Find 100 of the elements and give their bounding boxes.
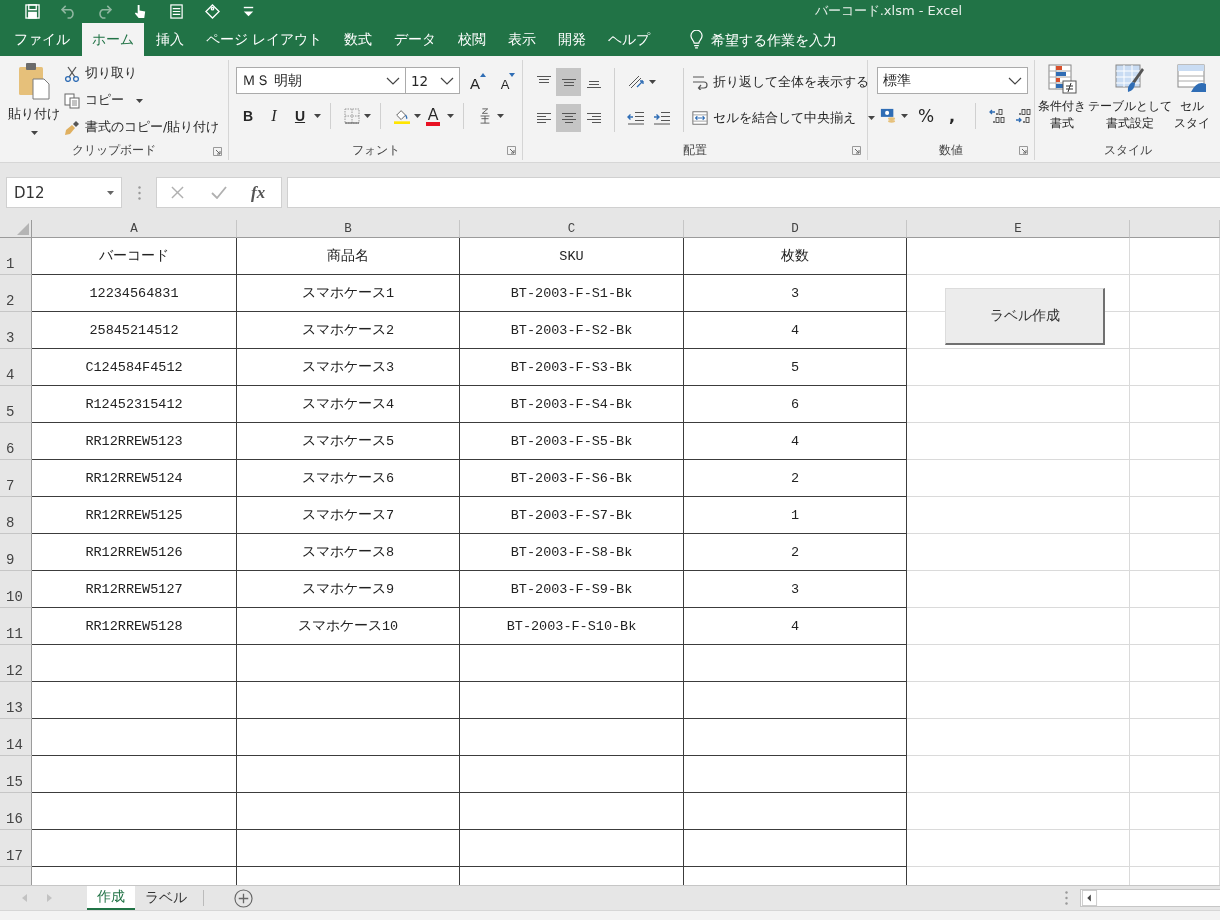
font-color-button[interactable]: A <box>421 104 445 128</box>
sheet-tab[interactable]: 作成 <box>87 886 135 910</box>
table-cell: バーコード <box>32 238 237 275</box>
name-box[interactable]: D12 <box>6 177 122 208</box>
row-header[interactable]: 5 <box>0 386 32 423</box>
form-icon[interactable] <box>169 3 184 19</box>
comma-button[interactable]: , <box>940 104 964 128</box>
italic-button[interactable]: I <box>262 104 286 128</box>
tell-me-field[interactable]: 希望する作業を入力 <box>711 26 862 54</box>
wrap-text-icon <box>692 74 708 90</box>
row-header[interactable]: 10 <box>0 571 32 608</box>
row-header[interactable]: 1 <box>0 238 32 275</box>
sheet-tab[interactable]: ラベル <box>135 886 197 910</box>
row-header[interactable]: 3 <box>0 312 32 349</box>
underline-button[interactable]: U <box>288 104 312 128</box>
cut-button[interactable]: 切り取り <box>64 60 220 87</box>
add-sheet-icon[interactable] <box>234 888 253 908</box>
macro-button[interactable]: ラベル作成 <box>945 288 1105 345</box>
table-cell: C124584F4512 <box>32 349 237 386</box>
ribbon-tab[interactable]: 表示 <box>498 23 547 56</box>
ribbon-tab[interactable]: ホーム <box>82 23 144 56</box>
save-icon[interactable] <box>25 3 40 19</box>
caret-icon[interactable] <box>364 114 371 118</box>
group-label: 配置 <box>683 141 707 159</box>
table-cell: 3 <box>684 571 907 608</box>
increase-indent-icon[interactable] <box>653 110 671 126</box>
money-icon[interactable] <box>879 108 897 124</box>
ribbon-tab[interactable]: ヘルプ <box>598 23 661 56</box>
format-painter-button[interactable]: 書式のコピー/貼り付け <box>64 114 220 141</box>
table-cell: 5 <box>684 349 907 386</box>
ribbon-tab[interactable]: ページ レイアウト <box>196 23 333 56</box>
caret-icon[interactable] <box>901 114 908 118</box>
caret-icon[interactable] <box>447 114 454 118</box>
ribbon-tab[interactable]: 挿入 <box>146 23 194 56</box>
number-format-dropdown[interactable]: 標準 <box>877 67 1028 94</box>
row-header[interactable]: 8 <box>0 497 32 534</box>
caret-icon[interactable] <box>649 80 656 84</box>
copy-button[interactable]: コピー <box>64 87 220 114</box>
merge-center-button[interactable]: セルを結合して中央揃え <box>692 104 875 132</box>
fill-color-icon[interactable] <box>394 108 410 124</box>
decrease-decimal-icon[interactable] <box>1015 108 1033 124</box>
row-header[interactable]: 9 <box>0 534 32 571</box>
caret-icon[interactable] <box>414 114 421 118</box>
row-header[interactable]: 13 <box>0 682 32 719</box>
horizontal-scrollbar[interactable] <box>1080 889 1220 907</box>
ribbon-tab[interactable]: データ <box>384 23 447 56</box>
grip-icon[interactable] <box>1065 891 1068 905</box>
row-header[interactable]: 16 <box>0 793 32 830</box>
percent-button[interactable]: % <box>914 104 938 128</box>
style-button[interactable]: セル スタイ <box>1174 60 1210 140</box>
dialog-launcher-icon[interactable] <box>507 146 516 155</box>
ribbon-tab[interactable]: 校閲 <box>448 23 497 56</box>
vertical-align-button[interactable] <box>556 68 581 96</box>
column-header[interactable]: A <box>32 220 237 238</box>
row-header[interactable]: 17 <box>0 830 32 867</box>
dialog-launcher-icon[interactable] <box>213 147 222 156</box>
chevron-icon <box>386 76 400 85</box>
column-header[interactable]: C <box>460 220 684 238</box>
grow-font-button[interactable]: A <box>466 70 490 94</box>
table-cell: BT-2003-F-S1-Bk <box>460 275 684 312</box>
style-button[interactable]: テーブルとして 書式設定 <box>1088 60 1172 140</box>
horizontal-align-button[interactable] <box>556 104 581 132</box>
row-header[interactable]: 15 <box>0 756 32 793</box>
dialog-launcher-icon[interactable] <box>1019 146 1028 155</box>
column-header[interactable]: E <box>907 220 1130 238</box>
table-cell: スマホケース7 <box>237 497 460 534</box>
bold-button[interactable]: B <box>236 104 260 128</box>
ribbon-tab[interactable]: 数式 <box>334 23 383 56</box>
insert-function-button[interactable]: fx <box>251 182 266 203</box>
slanted-text-icon[interactable] <box>627 74 645 90</box>
check-icon[interactable] <box>211 186 227 199</box>
row-header[interactable]: 7 <box>0 460 32 497</box>
ribbon-tab[interactable]: 開発 <box>548 23 597 56</box>
table-cell: BT-2003-F-S7-Bk <box>460 497 684 534</box>
formula-input-field[interactable] <box>287 177 1220 208</box>
font-name-dropdown[interactable]: ＭＳ 明朝 <box>236 67 406 94</box>
hand-icon[interactable] <box>133 3 148 19</box>
grip-icon[interactable] <box>138 186 141 200</box>
column-header[interactable]: B <box>237 220 460 238</box>
increase-decimal-icon[interactable] <box>989 108 1007 124</box>
decrease-indent-icon[interactable] <box>627 110 645 126</box>
caret-icon <box>107 190 114 195</box>
row-header[interactable]: 4 <box>0 349 32 386</box>
row-header[interactable]: 14 <box>0 719 32 756</box>
shrink-font-button[interactable]: A <box>496 70 520 94</box>
paste-button[interactable]: 貼り付け <box>6 60 62 141</box>
ribbon-tab[interactable]: ファイル <box>4 23 80 56</box>
caret-icon[interactable] <box>497 114 504 118</box>
chevron-icon <box>440 76 454 85</box>
font-size-dropdown[interactable]: 12 <box>405 67 460 94</box>
caret-icon[interactable] <box>314 114 321 118</box>
row-header[interactable]: 2 <box>0 275 32 312</box>
wrap-text-button[interactable]: 折り返して全体を表示する <box>692 68 869 96</box>
row-header[interactable]: 6 <box>0 423 32 460</box>
style-button[interactable]: 条件付き 書式 <box>1038 60 1086 140</box>
tag-icon[interactable] <box>205 3 220 19</box>
dialog-launcher-icon[interactable] <box>852 146 861 155</box>
column-header[interactable]: D <box>684 220 907 238</box>
row-header[interactable]: 11 <box>0 608 32 645</box>
row-header[interactable]: 12 <box>0 645 32 682</box>
